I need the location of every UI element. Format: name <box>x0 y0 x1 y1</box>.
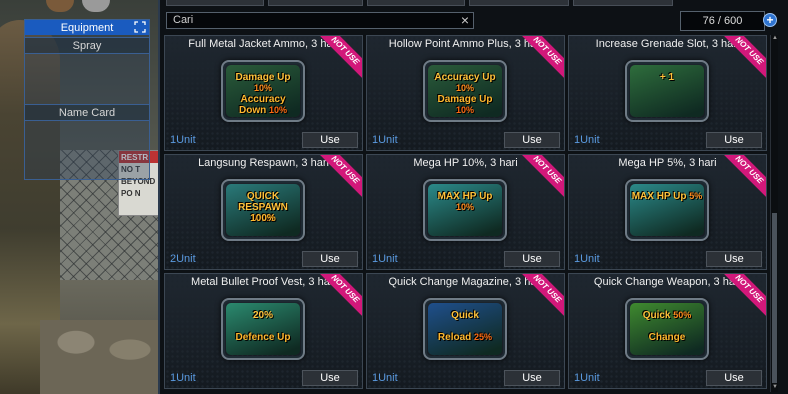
icon-label-1: 20% <box>252 310 273 321</box>
icon-label-1: Damage Up 10% <box>235 72 291 93</box>
icon-label-1: Accuracy Up 10% <box>434 72 496 93</box>
icon-label-2: Damage Up 10% <box>437 94 493 115</box>
item-card[interactable]: Langsung Respawn, 3 hari NOT USE QUICK R… <box>164 154 363 270</box>
grenade-icon: + 1 <box>625 60 709 122</box>
icon-label-1: + 1 <box>659 72 675 83</box>
icon-label-2: Reload 25% <box>437 332 493 343</box>
item-units: 1Unit <box>372 253 398 265</box>
tab[interactable] <box>573 0 673 6</box>
clear-search-icon[interactable]: × <box>461 12 469 28</box>
tab[interactable] <box>166 0 264 6</box>
timer-icon: QUICK RESPAWN 00:00 100% <box>221 179 305 241</box>
equipment-slot-spray[interactable]: Spray <box>25 37 149 54</box>
item-units: 1Unit <box>574 253 600 265</box>
tab[interactable] <box>367 0 465 6</box>
scroll-thumb[interactable] <box>772 213 777 383</box>
rank-badge-icon <box>82 0 110 12</box>
use-button[interactable]: Use <box>302 251 358 267</box>
sign-line: PO N <box>121 189 141 198</box>
icon-label-1: MAX HP Up 10% <box>437 191 493 212</box>
icon-label-2: 100% <box>250 213 276 224</box>
plus-circle-icon[interactable]: + <box>763 13 777 27</box>
inventory-panel: Cari × 76 / 600 + Full Metal Jacket Ammo… <box>158 0 788 394</box>
icon-label-1: MAX HP Up 5% <box>631 191 703 202</box>
item-units: 1Unit <box>574 134 600 146</box>
item-units: 1Unit <box>372 134 398 146</box>
arm-icon: MAX HP Up 10% <box>423 179 507 241</box>
use-button[interactable]: Use <box>302 370 358 386</box>
use-button[interactable]: Use <box>504 370 560 386</box>
ammo-icon: Accuracy Up 10% Damage Up 10% <box>423 60 507 122</box>
arm-icon: MAX HP Up 5% <box>625 179 709 241</box>
item-card[interactable]: Metal Bullet Proof Vest, 3 hari NOT USE … <box>164 273 363 389</box>
item-card[interactable]: Quick Change Weapon, 3 hari NOT USE Quic… <box>568 273 767 389</box>
use-button[interactable]: Use <box>706 370 762 386</box>
item-card[interactable]: Hollow Point Ammo Plus, 3 hari NOT USE A… <box>366 35 565 151</box>
item-units: 1Unit <box>170 134 196 146</box>
vest-icon: 20% Defence Up <box>221 298 305 360</box>
sandbags <box>40 320 160 394</box>
expand-icon[interactable] <box>134 21 146 33</box>
scroll-up-icon[interactable]: ▲ <box>771 35 779 43</box>
weapon-swap-icon: Quick 50% Change <box>625 298 709 360</box>
icon-label-1: Quick 50% <box>642 310 692 321</box>
use-button[interactable]: Use <box>504 251 560 267</box>
icon-label-1: Quick <box>451 310 479 321</box>
item-units: 1Unit <box>170 372 196 384</box>
use-button[interactable]: Use <box>706 132 762 148</box>
search-placeholder: Cari <box>173 14 194 26</box>
tab[interactable] <box>469 0 569 6</box>
equipment-slot-name-card[interactable]: Name Card <box>25 104 149 121</box>
icon-label-2: Accuracy Down 10% <box>238 94 287 116</box>
item-card[interactable]: Mega HP 5%, 3 hari NOT USE MAX HP Up 5% … <box>568 154 767 270</box>
use-button[interactable]: Use <box>706 251 762 267</box>
item-grid: Full Metal Jacket Ammo, 3 hari NOT USE D… <box>164 35 770 392</box>
inventory-count: 76 / 600 <box>680 11 765 31</box>
scroll-down-icon[interactable]: ▼ <box>771 384 779 392</box>
search-input[interactable]: Cari × <box>166 12 474 29</box>
item-card[interactable]: Quick Change Magazine, 3 hari NOT USE Qu… <box>366 273 565 389</box>
ammo-icon: Damage Up 10% Accuracy Down 10% <box>221 60 305 122</box>
scrollbar[interactable]: ▲ ▼ <box>770 35 778 392</box>
use-button[interactable]: Use <box>302 132 358 148</box>
use-button[interactable]: Use <box>504 132 560 148</box>
magazine-icon: Quick Reload 25% <box>423 298 507 360</box>
item-units: 1Unit <box>372 372 398 384</box>
category-tabs <box>166 0 673 6</box>
item-units: 1Unit <box>574 372 600 384</box>
equipment-header: Equipment <box>25 20 149 35</box>
item-card[interactable]: Full Metal Jacket Ammo, 3 hari NOT USE D… <box>164 35 363 151</box>
item-card[interactable]: Increase Grenade Slot, 3 hari NOT USE + … <box>568 35 767 151</box>
icon-label-2: Change <box>648 332 686 343</box>
icon-label-2: Defence Up <box>235 332 291 343</box>
equipment-title: Equipment <box>60 21 114 34</box>
rank-badge-icon <box>46 0 74 12</box>
item-units: 2Unit <box>170 253 196 265</box>
tab[interactable] <box>268 0 363 6</box>
item-card[interactable]: Mega HP 10%, 3 hari NOT USE MAX HP Up 10… <box>366 154 565 270</box>
equipment-panel: Equipment Spray Name Card <box>24 19 150 180</box>
